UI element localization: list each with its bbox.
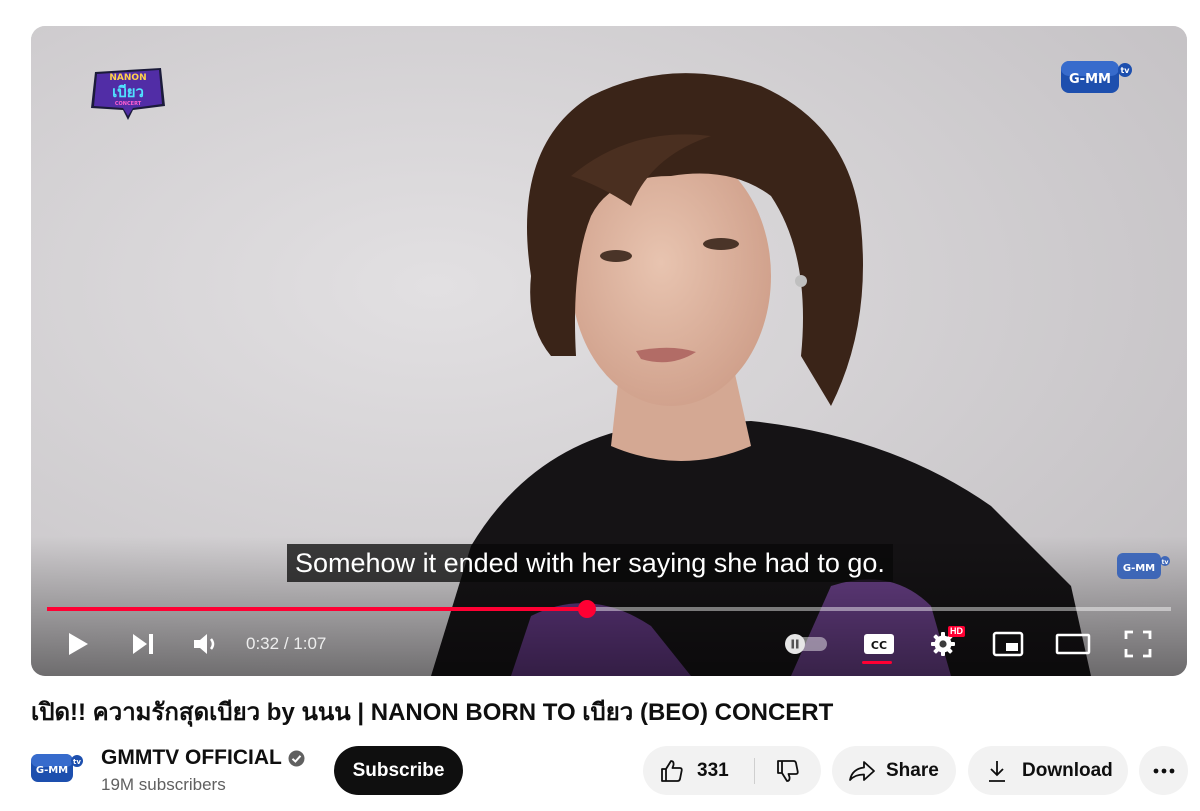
next-button[interactable] <box>126 624 160 664</box>
gmmtv-watermark: G-MM tv <box>1117 553 1170 579</box>
volume-icon <box>194 634 215 654</box>
captions-icon: CC <box>864 634 894 654</box>
svg-text:tv: tv <box>1120 66 1130 75</box>
video-player[interactable]: NANON เบียว CONCERT G-MM tv G-MM tv Some… <box>31 26 1187 676</box>
next-icon <box>133 634 153 654</box>
like-button[interactable]: 331 <box>643 746 754 795</box>
autoplay-toggle[interactable] <box>781 624 831 664</box>
subtitle-caption: Somehow it ended with her saying she had… <box>287 544 893 582</box>
svg-text:G-MM: G-MM <box>1069 72 1111 87</box>
subscribe-button[interactable]: Subscribe <box>334 746 463 795</box>
time-separator: / <box>279 634 294 653</box>
theater-mode-button[interactable] <box>1053 624 1093 664</box>
like-count: 331 <box>697 759 729 781</box>
settings-button[interactable]: HD <box>926 624 965 664</box>
progress-bar[interactable] <box>47 600 1171 618</box>
time-display: 0:32 / 1:07 <box>246 624 326 664</box>
svg-text:G-MM: G-MM <box>1123 563 1155 574</box>
theater-mode-icon <box>1055 633 1091 655</box>
like-dislike-group: 331 <box>643 746 821 795</box>
download-icon <box>989 760 1005 782</box>
autoplay-toggle-icon <box>785 634 827 654</box>
svg-text:NANON: NANON <box>109 73 146 83</box>
volume-button[interactable] <box>189 624 223 664</box>
share-icon <box>849 760 875 781</box>
share-button[interactable]: Share <box>832 746 956 795</box>
play-button[interactable] <box>61 624 95 664</box>
time-total: 1:07 <box>293 634 327 653</box>
svg-text:tv: tv <box>1162 559 1169 566</box>
verified-icon <box>288 750 305 766</box>
player-controls: 0:32 / 1:07 CC HD <box>31 624 1187 664</box>
gmmtv-logo: G-MM tv <box>1061 61 1132 93</box>
miniplayer-icon <box>992 631 1024 657</box>
captions-button[interactable]: CC <box>861 624 897 664</box>
svg-text:CC: CC <box>871 639 887 652</box>
thumbs-down-icon <box>777 759 799 782</box>
svg-text:CONCERT: CONCERT <box>115 101 142 107</box>
channel-name[interactable]: GMMTV OFFICIAL <box>101 745 282 771</box>
progress-played <box>47 607 587 611</box>
more-actions-button[interactable] <box>1139 746 1188 795</box>
share-label: Share <box>886 759 939 781</box>
svg-text:G-MM: G-MM <box>36 765 68 776</box>
time-current: 0:32 <box>246 634 280 653</box>
download-label: Download <box>1022 759 1113 781</box>
svg-text:เบียว: เบียว <box>112 83 144 101</box>
channel-avatar[interactable]: G-MM tv <box>31 752 83 784</box>
play-icon <box>69 633 88 655</box>
fullscreen-button[interactable] <box>1121 624 1155 664</box>
subscriber-count: 19M subscribers <box>101 775 226 794</box>
thumbs-up-icon <box>661 759 683 782</box>
show-logo: NANON เบียว CONCERT <box>91 68 165 120</box>
hd-badge: HD <box>948 626 965 637</box>
channel-name-row: GMMTV OFFICIAL <box>101 745 305 771</box>
download-button[interactable]: Download <box>968 746 1128 795</box>
more-icon <box>1153 768 1174 773</box>
video-title: เปิด!! ความรักสุดเบียว by นนน | NANON BO… <box>31 699 834 726</box>
miniplayer-button[interactable] <box>991 624 1025 664</box>
svg-text:tv: tv <box>73 758 81 766</box>
captions-active-indicator <box>862 661 892 664</box>
fullscreen-icon <box>1124 630 1152 658</box>
dislike-button[interactable] <box>755 746 821 795</box>
scrubber-handle[interactable] <box>577 600 596 618</box>
